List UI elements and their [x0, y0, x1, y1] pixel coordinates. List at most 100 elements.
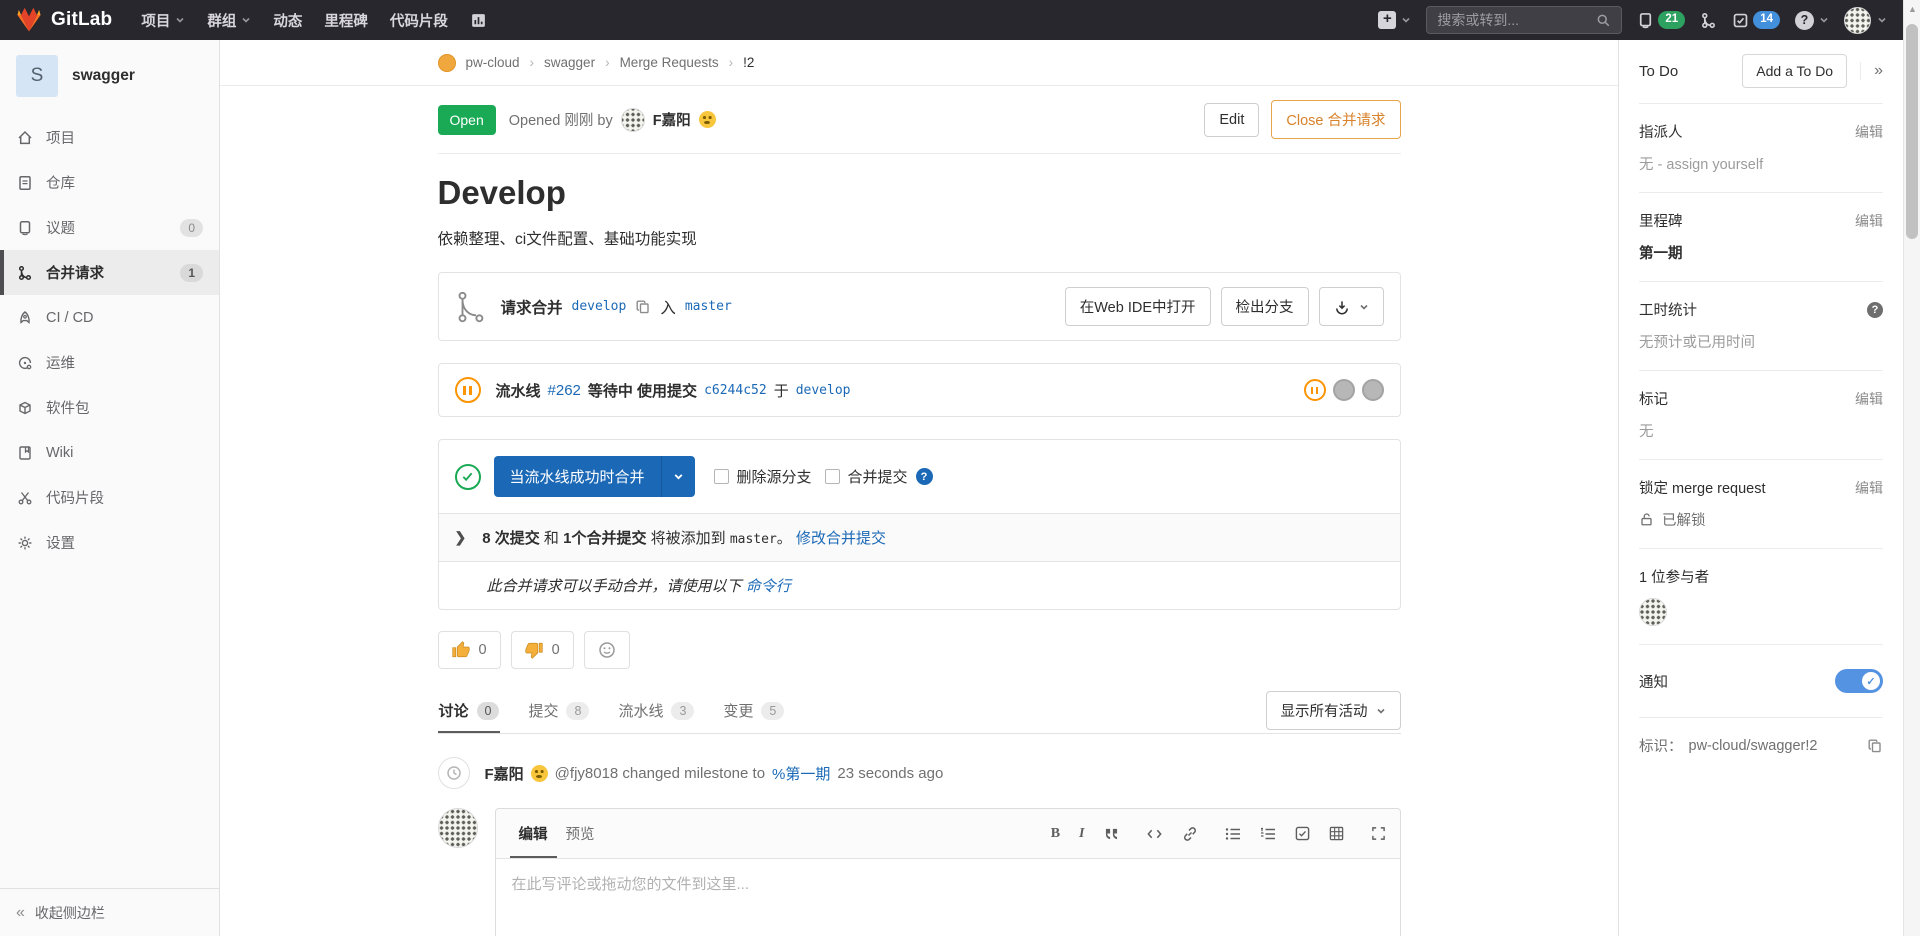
download-dropdown-button[interactable]	[1319, 287, 1384, 326]
assignee-edit-link[interactable]: 编辑	[1855, 122, 1883, 142]
editor-tab-preview[interactable]: 预览	[557, 809, 604, 858]
milestone-edit-link[interactable]: 编辑	[1855, 211, 1883, 231]
todos-shortcut[interactable]: 14	[1732, 11, 1780, 29]
bulleted-list-icon[interactable]	[1225, 827, 1241, 841]
merge-requests-shortcut[interactable]	[1700, 12, 1717, 29]
modify-merge-commit-link[interactable]: 修改合并提交	[796, 530, 886, 547]
issues-shortcut[interactable]: 21	[1637, 11, 1685, 29]
checkout-branch-button[interactable]: 检出分支	[1221, 287, 1309, 326]
thumbs-up-button[interactable]: 0	[438, 631, 501, 669]
editor-tab-write[interactable]: 编辑	[510, 809, 557, 858]
squash-help-icon[interactable]: ?	[916, 468, 933, 485]
sidebar-item-merge-requests[interactable]: 合并请求 1	[0, 250, 219, 295]
stage-created-icon[interactable]	[1362, 379, 1384, 401]
user-menu[interactable]	[1844, 7, 1887, 34]
page-scrollbar[interactable]: ▲	[1903, 0, 1920, 936]
close-mr-button[interactable]: Close 合并请求	[1271, 100, 1400, 139]
pipeline-branch-link[interactable]: develop	[796, 383, 851, 398]
merge-when-pipeline-succeeds-button[interactable]: 当流水线成功时合并	[494, 456, 661, 497]
tab-discussion[interactable]: 讨论 0	[438, 688, 501, 733]
stage-created-icon[interactable]	[1333, 379, 1355, 401]
copy-branch-button[interactable]	[635, 299, 651, 315]
nav-snippets[interactable]: 代码片段	[379, 0, 459, 40]
project-header[interactable]: S swagger	[0, 40, 219, 115]
assignee-value[interactable]: 无 - assign yourself	[1639, 153, 1883, 174]
new-dropdown[interactable]: +	[1378, 11, 1411, 29]
italic-icon[interactable]: I	[1079, 826, 1084, 842]
chevron-down-icon	[1819, 15, 1829, 25]
notifications-section: 通知 ✓	[1639, 645, 1883, 718]
fullscreen-icon[interactable]	[1371, 826, 1386, 841]
participant-avatar[interactable]	[1639, 598, 1667, 626]
nav-milestones[interactable]: 里程碑	[313, 0, 379, 40]
add-todo-button[interactable]: Add a To Do	[1742, 54, 1847, 88]
todo-row: To Do Add a To Do »	[1639, 40, 1883, 104]
sidebar-item-operations[interactable]: 运维	[0, 340, 219, 385]
collapse-right-sidebar-icon[interactable]: »	[1860, 62, 1883, 80]
nav-activity[interactable]: 动态	[262, 0, 313, 40]
bold-icon[interactable]: B	[1051, 826, 1060, 842]
help-menu[interactable]: ?	[1795, 11, 1829, 30]
nav-menu: 项目 群组 动态 里程碑 代码片段	[130, 0, 498, 40]
lock-edit-link[interactable]: 编辑	[1855, 478, 1883, 498]
labels-edit-link[interactable]: 编辑	[1855, 389, 1883, 409]
note-author[interactable]: F嘉阳	[485, 763, 524, 784]
tab-pipelines[interactable]: 流水线 3	[617, 688, 695, 733]
pipeline-paused-icon[interactable]	[455, 377, 481, 403]
link-icon[interactable]	[1182, 826, 1198, 842]
help-icon[interactable]: ?	[1867, 302, 1883, 318]
quote-icon[interactable]	[1104, 827, 1119, 840]
collapse-sidebar-button[interactable]: « 收起侧边栏	[0, 888, 219, 936]
lock-section: 锁定 merge request 编辑 已解锁	[1639, 460, 1883, 549]
scrollbar-thumb[interactable]	[1906, 24, 1918, 239]
notifications-toggle[interactable]: ✓	[1835, 669, 1883, 693]
source-branch-link[interactable]: develop	[572, 299, 627, 314]
merge-options-caret[interactable]	[661, 456, 695, 497]
numbered-list-icon[interactable]	[1260, 827, 1276, 841]
table-icon[interactable]	[1329, 826, 1344, 841]
sidebar-item-repository[interactable]: 仓库	[0, 160, 219, 205]
tab-commits[interactable]: 提交 8	[527, 688, 590, 733]
activity-filter-dropdown[interactable]: 显示所有活动	[1266, 691, 1401, 730]
thumbs-down-icon	[525, 641, 543, 659]
sidebar-item-issues[interactable]: 议题 0	[0, 205, 219, 250]
command-line-link[interactable]: 命令行	[746, 578, 791, 595]
nav-charts[interactable]	[459, 0, 498, 40]
author-name[interactable]: F嘉阳	[653, 109, 691, 130]
breadcrumb-merge-requests[interactable]: Merge Requests	[620, 55, 719, 70]
remove-source-branch-checkbox[interactable]	[714, 469, 729, 484]
tab-changes[interactable]: 变更 5	[722, 688, 785, 733]
breadcrumb-group[interactable]: pw-cloud	[466, 55, 520, 70]
pipeline-id-link[interactable]: #262	[548, 382, 581, 399]
mr-title: Develop	[438, 174, 1401, 212]
author-avatar[interactable]	[621, 108, 645, 132]
nav-groups[interactable]: 群组	[196, 0, 262, 40]
comment-textarea[interactable]	[496, 859, 1400, 936]
expand-commits-icon[interactable]: ❯	[455, 529, 467, 546]
copy-reference-button[interactable]	[1867, 738, 1883, 754]
milestone-link[interactable]: %第一期	[772, 763, 830, 784]
gear-icon	[17, 535, 33, 551]
edit-button[interactable]: Edit	[1204, 103, 1259, 137]
web-ide-button[interactable]: 在Web IDE中打开	[1065, 287, 1211, 326]
add-reaction-button[interactable]	[584, 631, 630, 669]
squash-commits-checkbox[interactable]	[825, 469, 840, 484]
target-branch-link[interactable]: master	[685, 299, 732, 314]
breadcrumb-project[interactable]: swagger	[544, 55, 595, 70]
sidebar-item-packages[interactable]: 软件包	[0, 385, 219, 430]
sidebar-item-settings[interactable]: 设置	[0, 520, 219, 565]
gitlab-logo[interactable]: GitLab	[16, 7, 112, 33]
sidebar-item-snippets[interactable]: 代码片段	[0, 475, 219, 520]
sidebar-item-cicd[interactable]: CI / CD	[0, 295, 219, 340]
thumbs-down-button[interactable]: 0	[511, 631, 574, 669]
sidebar-item-project[interactable]: 项目	[0, 115, 219, 160]
sidebar-item-wiki[interactable]: Wiki	[0, 430, 219, 475]
global-search-input[interactable]: 搜索或转到...	[1426, 6, 1622, 34]
scroll-up-arrow[interactable]: ▲	[1908, 4, 1917, 14]
milestone-value[interactable]: 第一期	[1639, 242, 1883, 263]
stage-paused-icon[interactable]	[1304, 379, 1326, 401]
task-list-icon[interactable]	[1295, 826, 1310, 841]
code-icon[interactable]	[1146, 827, 1163, 841]
nav-projects[interactable]: 项目	[130, 0, 196, 40]
commit-sha-link[interactable]: c6244c52	[704, 383, 767, 398]
